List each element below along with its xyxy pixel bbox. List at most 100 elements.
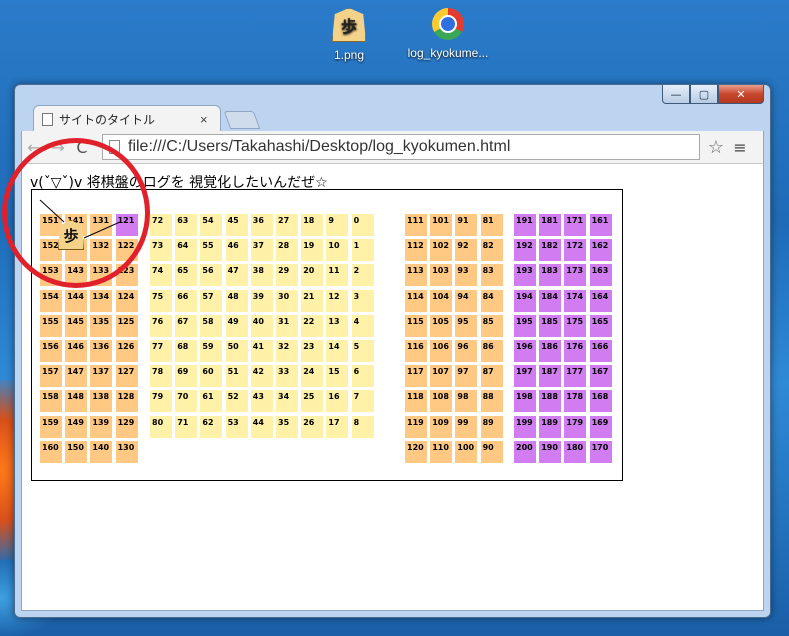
close-window-button[interactable]: ✕ xyxy=(718,85,764,104)
board-cell: 80 xyxy=(150,415,172,438)
board-cell: 90 xyxy=(480,440,503,463)
board-cell: 34 xyxy=(276,390,298,413)
board-cell: 12 xyxy=(326,289,349,312)
board-cell: 99 xyxy=(455,415,478,438)
board-cell: 178 xyxy=(564,390,587,413)
board-cell: 14 xyxy=(326,340,349,362)
menu-icon[interactable]: ≡ xyxy=(728,138,752,157)
board-cell: 183 xyxy=(539,264,562,287)
desktop-icon-label: 1.png xyxy=(333,48,365,62)
board-cell: 9 xyxy=(326,214,349,236)
board-cell: 149 xyxy=(65,415,88,438)
board-cell: 22 xyxy=(301,314,324,337)
board-cell: 101 xyxy=(430,214,453,236)
board-cell: 83 xyxy=(480,264,503,287)
board-cell: 11 xyxy=(326,264,349,287)
browser-toolbar: ← → C file:///C:/Users/Takahashi/Desktop… xyxy=(21,131,764,163)
board-cell: 5 xyxy=(351,340,374,362)
board-cell: 87 xyxy=(480,365,503,388)
board-cell: 81 xyxy=(480,214,503,236)
board-cell: 111 xyxy=(405,214,427,236)
board-cell: 177 xyxy=(564,365,587,388)
board-cell: 130 xyxy=(115,440,138,463)
board-cell: 78 xyxy=(150,365,172,388)
board-cell: 18 xyxy=(301,214,324,236)
board-cell: 173 xyxy=(564,264,587,287)
board-cell: 56 xyxy=(200,264,223,287)
board-cell: 57 xyxy=(200,289,223,312)
board-cell: 129 xyxy=(115,415,138,438)
board-cell: 36 xyxy=(250,214,273,236)
board-cell: 17 xyxy=(326,415,349,438)
board-cell: 33 xyxy=(276,365,298,388)
board-cell: 58 xyxy=(200,314,223,337)
board-cell: 24 xyxy=(301,365,324,388)
board-cell: 165 xyxy=(589,314,612,337)
tab-close-icon[interactable]: × xyxy=(200,112,214,127)
maximize-button[interactable]: ▢ xyxy=(690,85,718,104)
board-cell: 84 xyxy=(480,289,503,312)
shogi-piece-fu[interactable]: 歩 xyxy=(58,220,84,250)
board-cell: 190 xyxy=(539,440,562,463)
board-cell: 108 xyxy=(430,390,453,413)
board-cell: 16 xyxy=(326,390,349,413)
board-cell: 4 xyxy=(351,314,374,337)
board-cell: 103 xyxy=(430,264,453,287)
board-cell: 89 xyxy=(480,415,503,438)
board-cell: 106 xyxy=(430,340,453,362)
board-cell: 77 xyxy=(150,340,172,362)
board-cell: 44 xyxy=(250,415,273,438)
board-cell: 27 xyxy=(276,214,298,236)
board-cell: 199 xyxy=(514,415,536,438)
board-cell: 176 xyxy=(564,340,587,362)
board-cell: 194 xyxy=(514,289,536,312)
bookmark-star-icon[interactable]: ☆ xyxy=(704,137,728,158)
tab-active[interactable]: サイトのタイトル × xyxy=(33,105,221,132)
board-cell: 97 xyxy=(455,365,478,388)
board-cell: 26 xyxy=(301,415,324,438)
board-cell: 140 xyxy=(90,440,113,463)
board-cell: 71 xyxy=(175,415,198,438)
board-cell: 144 xyxy=(65,289,88,312)
board-cell: 96 xyxy=(455,340,478,362)
board-cell: 166 xyxy=(589,340,612,362)
desktop-icon-log-kyokumen[interactable]: log_kyokume... xyxy=(403,8,493,60)
minimize-button[interactable]: — xyxy=(662,85,690,104)
board-cell: 135 xyxy=(90,314,113,337)
board-cell: 79 xyxy=(150,390,172,413)
board-cell: 119 xyxy=(405,415,427,438)
desktop-icon-1png[interactable]: 歩 1.png xyxy=(304,8,394,62)
new-tab-button[interactable] xyxy=(223,111,261,129)
board-cell: 146 xyxy=(65,340,88,362)
board-cell: 109 xyxy=(430,415,453,438)
board-cell: 67 xyxy=(175,314,198,337)
board-cell: 155 xyxy=(40,314,62,337)
board-cell: 187 xyxy=(539,365,562,388)
board-cell: 198 xyxy=(514,390,536,413)
address-bar[interactable]: file:///C:/Users/Takahashi/Desktop/log_k… xyxy=(102,134,700,160)
board-cell: 120 xyxy=(405,440,427,463)
board-cell: 138 xyxy=(90,390,113,413)
board-cell: 30 xyxy=(276,289,298,312)
board-cell: 3 xyxy=(351,289,374,312)
board-cell: 100 xyxy=(455,440,478,463)
board-cell: 125 xyxy=(115,314,138,337)
board-cell: 10 xyxy=(326,239,349,262)
board-cell: 92 xyxy=(455,239,478,262)
board-cell: 196 xyxy=(514,340,536,362)
board-cell: 29 xyxy=(276,264,298,287)
board-cell: 118 xyxy=(405,390,427,413)
board-cell: 169 xyxy=(589,415,612,438)
board-cell: 114 xyxy=(405,289,427,312)
board-cell: 82 xyxy=(480,239,503,262)
board-cell: 139 xyxy=(90,415,113,438)
board-cell: 150 xyxy=(65,440,88,463)
board-cell: 65 xyxy=(175,264,198,287)
board-cell: 134 xyxy=(90,289,113,312)
board-cell: 19 xyxy=(301,239,324,262)
board-cell: 62 xyxy=(200,415,223,438)
board-cell: 35 xyxy=(276,415,298,438)
board-cell: 69 xyxy=(175,365,198,388)
board-cell: 60 xyxy=(200,365,223,388)
board-cell: 45 xyxy=(225,214,248,236)
